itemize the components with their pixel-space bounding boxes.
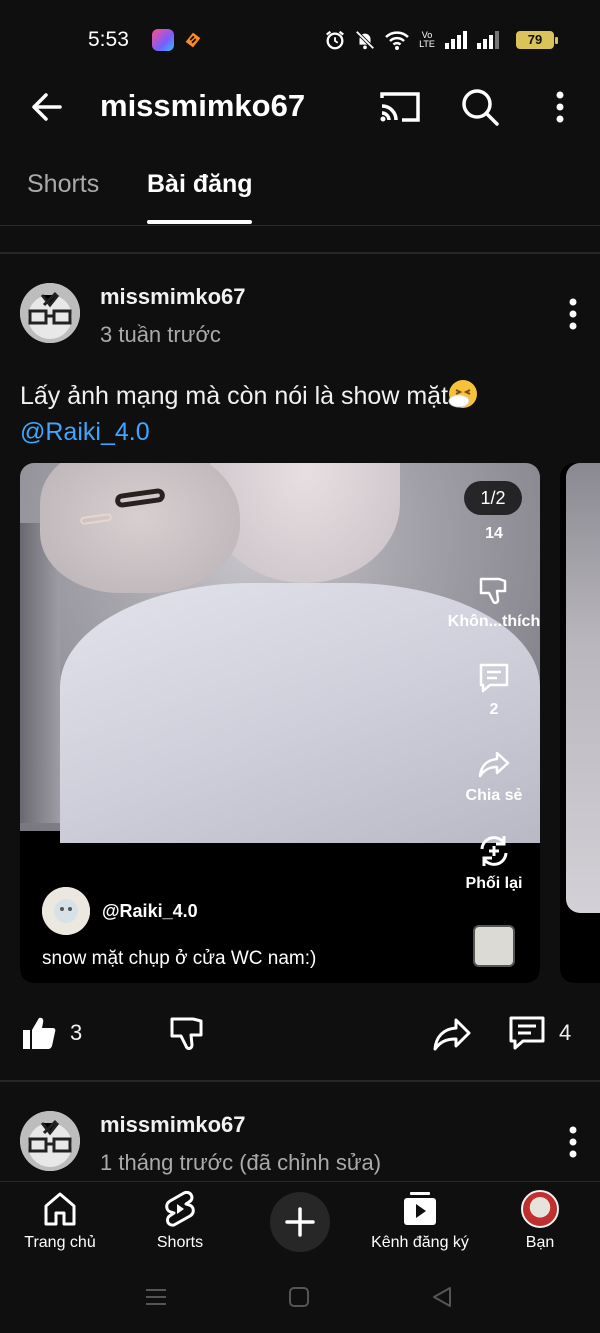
status-bar: 5:53 Vo LTE 79 <box>0 0 600 80</box>
signal-icon <box>477 31 499 49</box>
comments-button[interactable]: 4 <box>507 1010 571 1056</box>
active-tab-indicator <box>147 220 252 224</box>
nav-home-label: Trang chủ <box>24 1234 96 1251</box>
back-arrow-icon[interactable] <box>26 86 68 128</box>
like-count: 14 <box>444 525 540 543</box>
nav-home[interactable]: Trang chủ <box>0 1190 120 1252</box>
comment-count-text: 4 <box>559 1020 572 1045</box>
nav-you-label: Bạn <box>525 1234 555 1251</box>
bottom-navigation: Trang chủ Shorts Kênh đăng ký Bạn <box>0 1181 600 1265</box>
nav-shorts[interactable]: Shorts <box>120 1190 240 1252</box>
create-button[interactable] <box>270 1192 330 1252</box>
nav-subscriptions-label: Kênh đăng ký <box>371 1234 469 1251</box>
post-text: Lấy ảnh mạng mà còn nói là show mặt @Rai… <box>20 378 580 450</box>
creator-avatar-image <box>42 887 90 935</box>
home-icon <box>44 1192 76 1226</box>
search-icon[interactable] <box>458 85 502 129</box>
share-icon <box>478 751 510 778</box>
share-icon <box>433 1018 471 1051</box>
plus-icon <box>285 1207 315 1237</box>
comment-count-label: 2 <box>489 701 499 718</box>
battery-indicator: 79 <box>516 31 558 49</box>
back-triangle-icon[interactable] <box>430 1285 454 1309</box>
channel-header: missmimko67 <box>0 80 600 134</box>
subscriptions-icon <box>404 1192 436 1225</box>
channel-title: missmimko67 <box>100 88 306 123</box>
comment-action: 2 <box>444 661 540 719</box>
post-image-card[interactable]: 1/2 14 Khôn...thích 2 Chia sẻ Phối lại @… <box>20 463 540 983</box>
shorts-icon <box>165 1190 195 1227</box>
like-count-label: 14 <box>485 525 503 542</box>
post-more-icon[interactable] <box>562 1122 584 1162</box>
sneezing-face-emoji-icon <box>448 380 478 408</box>
post-author[interactable]: missmimko67 <box>100 284 246 310</box>
nav-you[interactable]: Bạn <box>480 1190 600 1252</box>
wifi-icon <box>385 31 409 50</box>
creator-handle[interactable]: @Raiki_4.0 <box>102 901 198 922</box>
dislike-action: Khôn...thích <box>444 573 540 631</box>
remix-action: Phối lại <box>444 833 540 893</box>
divider <box>0 252 600 254</box>
system-navigation <box>0 1265 600 1333</box>
nav-shorts-label: Shorts <box>156 1234 204 1251</box>
dislike-button[interactable] <box>168 1010 206 1056</box>
status-icons: Vo LTE <box>324 28 500 52</box>
share-label: Chia sẻ <box>465 787 523 804</box>
divider <box>0 1080 600 1082</box>
like-button[interactable]: 3 <box>20 1010 82 1056</box>
remix-label: Phối lại <box>465 875 523 892</box>
post-more-icon[interactable] <box>562 294 584 334</box>
dislike-label: Khôn...thích <box>447 613 540 630</box>
short-caption: snow mặt chụp ở cửa WC nam:) <box>42 948 317 969</box>
signal-icon <box>445 31 467 49</box>
post-body: Lấy ảnh mạng mà còn nói là show mặt <box>20 382 449 410</box>
post-time: 1 tháng trước (đã chỉnh sửa) <box>100 1150 382 1175</box>
avatar <box>521 1190 559 1228</box>
alarm-icon <box>326 30 344 50</box>
post-author[interactable]: missmimko67 <box>100 1112 246 1138</box>
more-options-icon[interactable] <box>548 85 572 129</box>
volte-label: Vo LTE <box>419 30 435 49</box>
nav-subscriptions[interactable]: Kênh đăng ký <box>360 1190 480 1252</box>
avatar[interactable] <box>20 283 80 343</box>
dislike-icon <box>479 577 507 605</box>
app-notification-icon <box>185 32 201 48</box>
home-square-icon[interactable] <box>287 1285 311 1309</box>
avatar-image <box>20 283 80 343</box>
next-image-card[interactable] <box>560 463 600 983</box>
avatar-image <box>20 1111 80 1171</box>
channel-tabs: Shorts Bài đăng <box>0 150 600 226</box>
share-action: Chia sẻ <box>444 747 540 805</box>
avatar[interactable] <box>20 1111 80 1171</box>
post-time: 3 tuần trước <box>100 322 221 347</box>
status-time: 5:53 <box>88 28 129 51</box>
image-counter: 1/2 <box>464 481 522 515</box>
thumbs-down-icon <box>170 1017 203 1050</box>
thumbs-up-icon <box>23 1017 56 1049</box>
mention-link[interactable]: @Raiki_4.0 <box>20 418 150 446</box>
app-notification-icon <box>152 29 174 51</box>
like-count-text: 3 <box>70 1020 83 1045</box>
mute-bell-icon <box>355 30 375 50</box>
cast-icon[interactable] <box>378 86 422 128</box>
avatar[interactable] <box>42 887 90 935</box>
share-button[interactable] <box>432 1010 472 1056</box>
tab-shorts[interactable]: Shorts <box>27 170 99 199</box>
tab-posts[interactable]: Bài đăng <box>147 170 253 199</box>
comment-icon <box>479 663 509 693</box>
menu-icon[interactable] <box>144 1285 168 1309</box>
remix-icon <box>480 836 508 866</box>
comment-icon <box>509 1016 545 1050</box>
post-actions: 3 4 <box>0 1010 600 1060</box>
sound-thumbnail[interactable] <box>473 925 515 967</box>
